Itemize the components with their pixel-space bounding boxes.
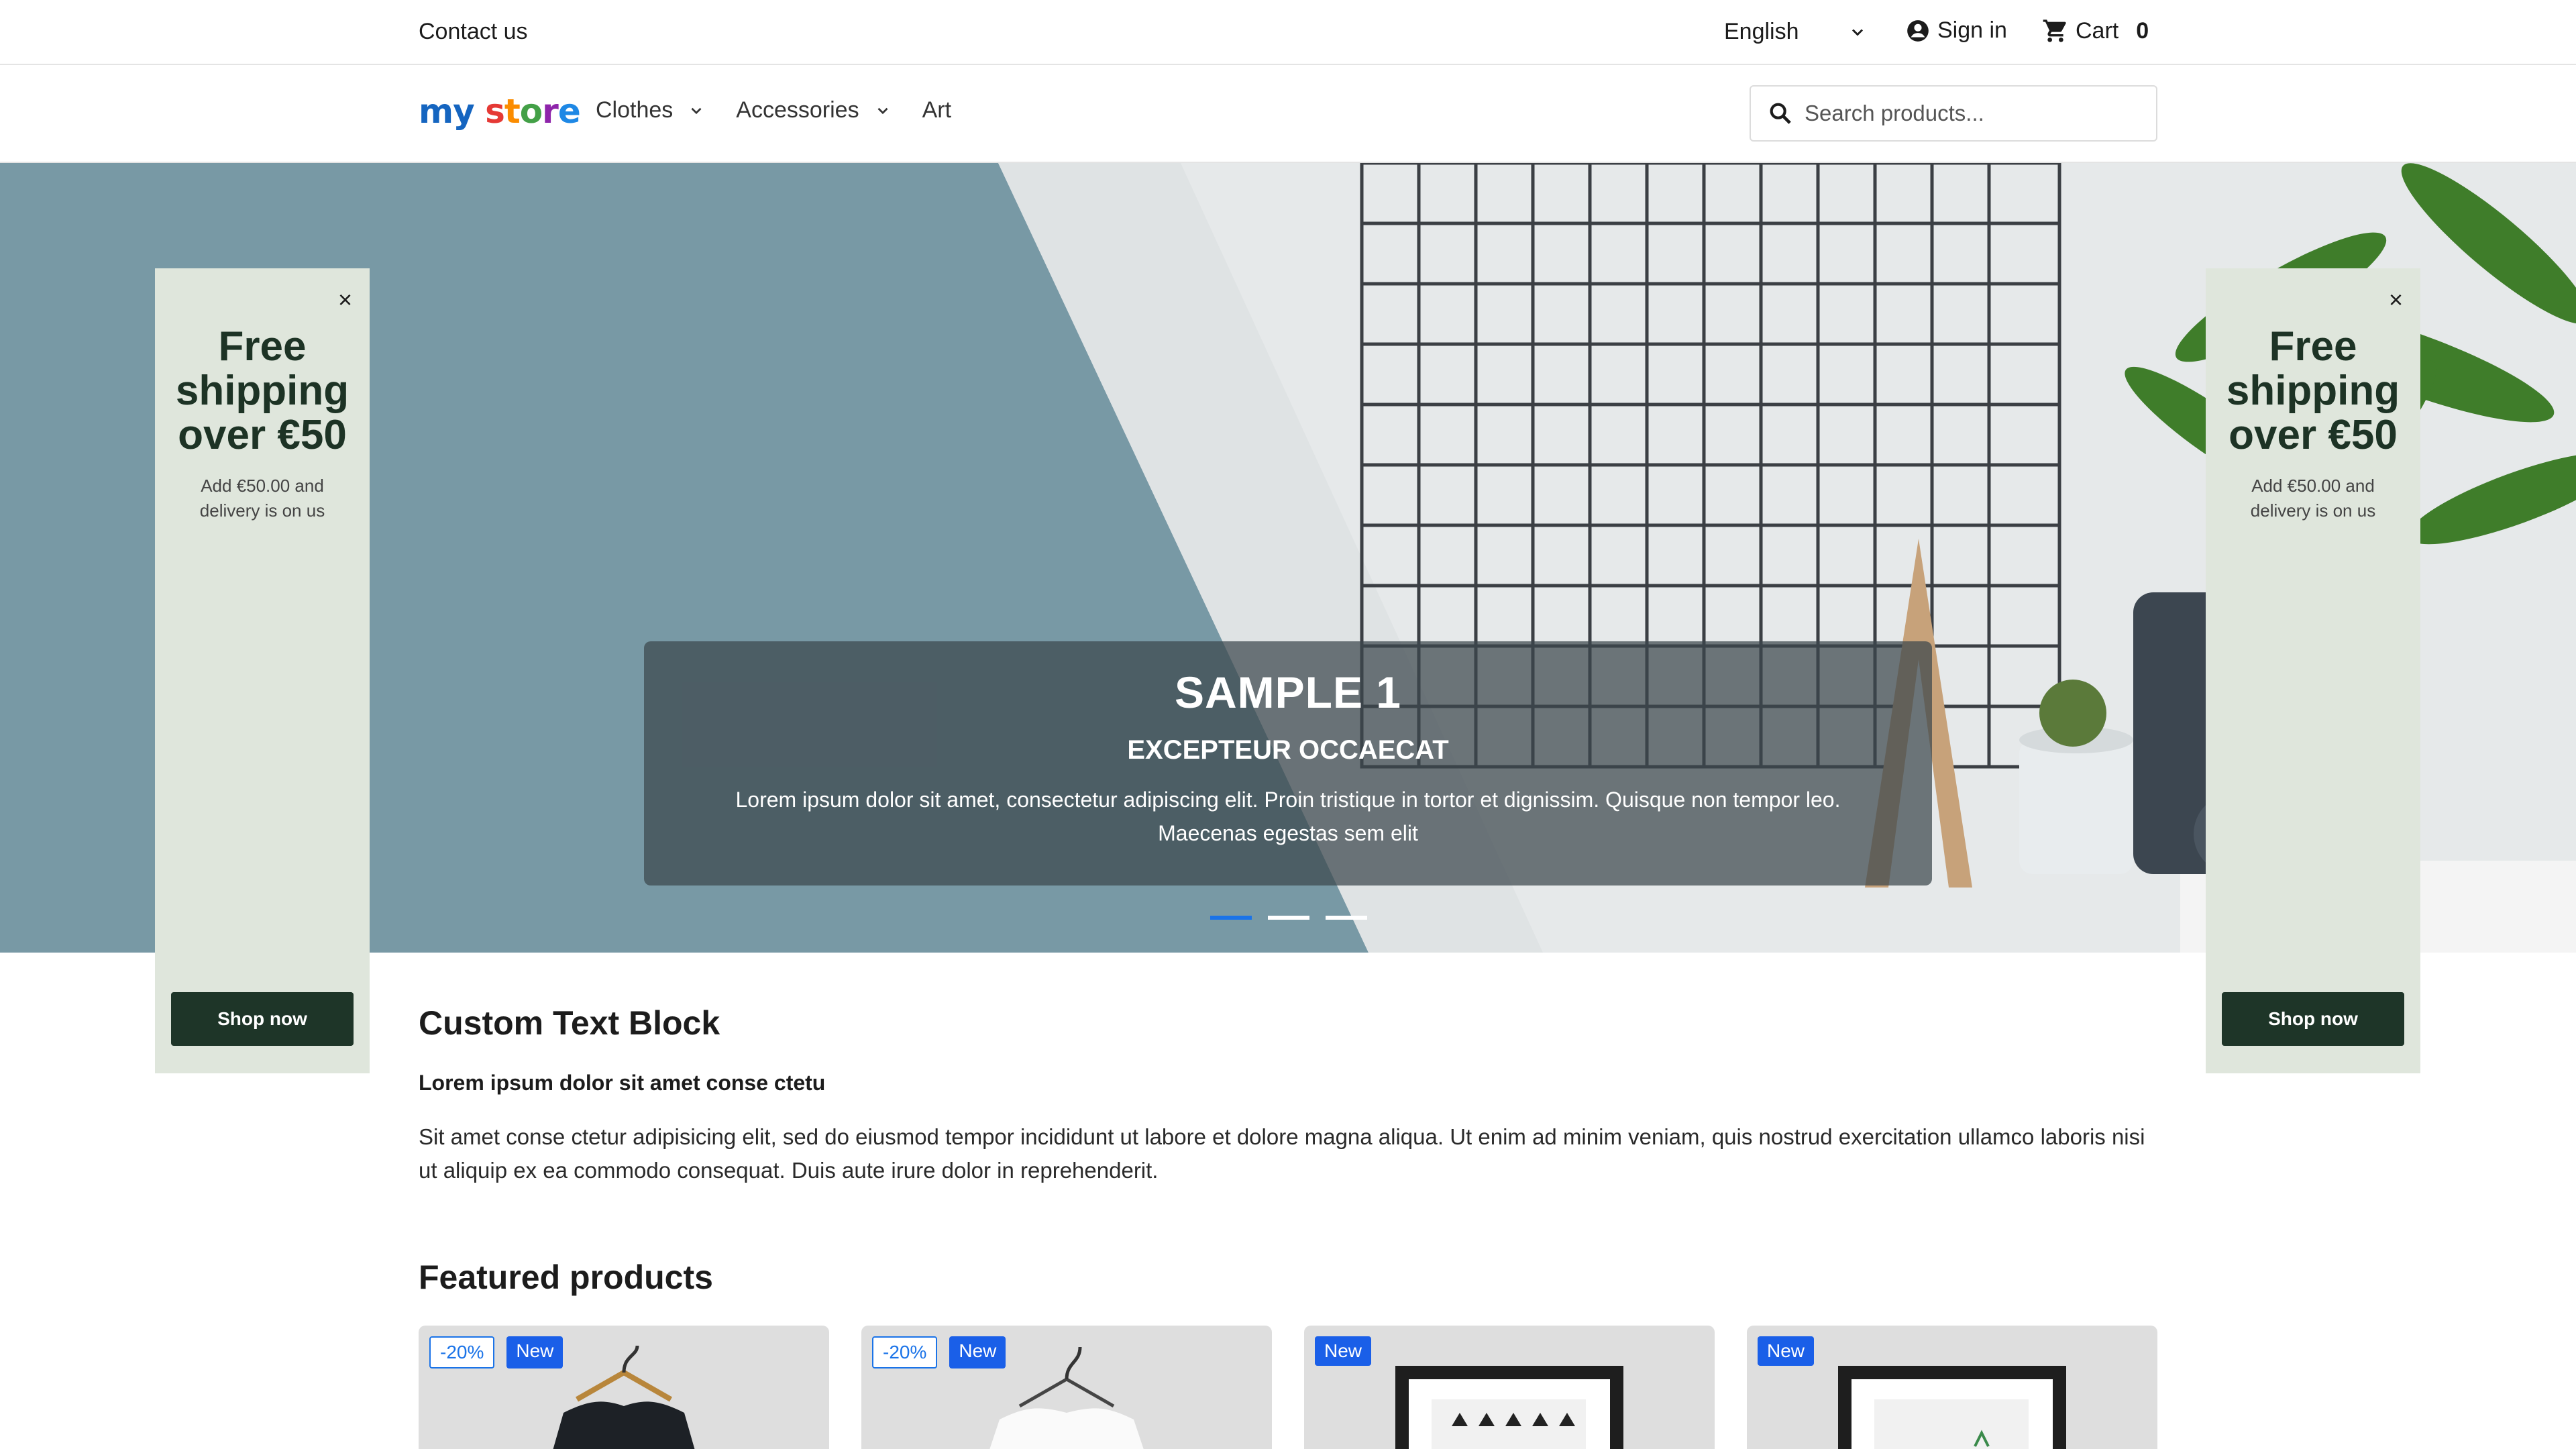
search-box — [1750, 85, 2157, 142]
product-card[interactable]: -20% New — [861, 1326, 1272, 1449]
search-icon — [1770, 103, 1791, 124]
promo-subtext: Add €50.00 and delivery is on us — [2250, 476, 2376, 521]
custom-block-body: Sit amet conse ctetur adipisicing elit, … — [419, 1124, 2145, 1183]
chevron-down-icon — [877, 107, 888, 114]
cart-icon — [2043, 19, 2066, 42]
custom-block-title: Custom Text Block — [419, 1004, 720, 1042]
nav-item-clothes[interactable]: Clothes — [596, 97, 705, 123]
contact-link[interactable]: Contact us — [419, 19, 528, 45]
sign-in-link[interactable]: Sign in — [1905, 17, 2007, 44]
product-image — [553, 1345, 695, 1449]
nav-item-accessories[interactable]: Accessories — [736, 97, 891, 123]
promo-banner-right: × Free shipping over €50 Add €50.00 and … — [2206, 268, 2420, 1073]
language-label: English — [1724, 19, 1799, 44]
top-bar: Contact us English Sign in Cart 0 — [0, 0, 2576, 65]
product-card[interactable]: New — [1747, 1326, 2157, 1449]
hero-subtitle: EXCEPTEUR OCCAECAT — [1127, 735, 1449, 765]
account-icon — [1907, 19, 1929, 42]
product-image — [1395, 1366, 1623, 1449]
shop-now-button[interactable]: Shop now — [2222, 992, 2404, 1046]
promo-subtext: Add €50.00 and delivery is on us — [199, 476, 325, 521]
promo-headline: Free shipping over €50 — [175, 323, 350, 458]
featured-products-title: Featured products — [419, 1258, 713, 1296]
close-icon[interactable]: × — [2389, 286, 2403, 314]
cart-link[interactable]: Cart 0 — [2042, 17, 2149, 44]
carousel-dot[interactable] — [1210, 916, 1252, 920]
main-nav: Clothes Accessories Art — [596, 97, 982, 123]
nav-item-art[interactable]: Art — [922, 97, 951, 123]
promo-banner-left: × Free shipping over €50 Add €50.00 and … — [155, 268, 370, 1073]
carousel-dot[interactable] — [1326, 916, 1367, 920]
product-card[interactable]: New — [1304, 1326, 1715, 1449]
sign-in-label: Sign in — [1937, 17, 2007, 43]
hero-title: SAMPLE 1 — [1174, 667, 1402, 717]
nav-label: Clothes — [596, 97, 674, 123]
hero-text: Lorem ipsum dolor sit amet, consectetur … — [735, 788, 1841, 845]
close-icon[interactable]: × — [338, 286, 352, 314]
carousel-indicators — [1210, 916, 1367, 920]
chevron-down-icon — [691, 107, 702, 114]
product-grid: -20% New -20% New New New — [419, 1326, 2157, 1449]
product-card[interactable]: -20% New — [419, 1326, 829, 1449]
chevron-down-icon — [1851, 29, 1864, 36]
carousel-dot[interactable] — [1268, 916, 1309, 920]
custom-block-subtitle: Lorem ipsum dolor sit amet conse ctetu — [419, 1071, 826, 1095]
promo-headline: Free shipping over €50 — [2226, 323, 2400, 458]
cart-count: 0 — [2136, 17, 2149, 44]
cart-label: Cart — [2076, 17, 2119, 44]
product-image — [1838, 1366, 2066, 1449]
hero-caption: SAMPLE 1 EXCEPTEUR OCCAECAT Lorem ipsum … — [644, 641, 1932, 885]
nav-label: Accessories — [736, 97, 859, 123]
product-image — [989, 1346, 1144, 1449]
hero-carousel[interactable]: SAMPLE 1 EXCEPTEUR OCCAECAT Lorem ipsum … — [0, 163, 2576, 953]
search-input[interactable] — [1805, 101, 2140, 126]
nav-label: Art — [922, 97, 952, 123]
store-logo[interactable]: my store — [419, 92, 581, 131]
main-header: my store Clothes Accessories Art — [0, 65, 2576, 163]
language-selector[interactable]: English — [1724, 19, 1864, 45]
shop-now-button[interactable]: Shop now — [171, 992, 354, 1046]
